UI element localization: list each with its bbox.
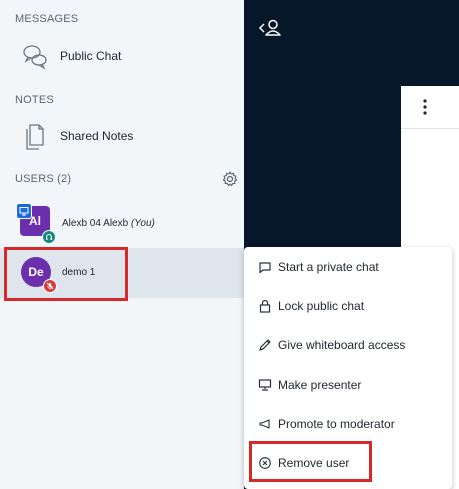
menu-item-label: Lock public chat: [278, 299, 365, 313]
user-context-menu: Start a private chat Lock public chat Gi…: [244, 247, 452, 489]
menu-item-start-private-chat[interactable]: Start a private chat: [244, 251, 452, 283]
notes-document-icon: [22, 121, 48, 151]
remove-circle-icon: [258, 456, 272, 470]
menu-item-give-whiteboard-access[interactable]: Give whiteboard access: [244, 329, 452, 361]
sidebar-item-shared-notes[interactable]: Shared Notes: [0, 117, 244, 157]
gear-icon[interactable]: [221, 170, 239, 188]
menu-item-label: Give whiteboard access: [278, 338, 406, 352]
menu-item-label: Start a private chat: [278, 260, 379, 274]
messages-heading: MESSAGES: [15, 13, 79, 25]
menu-item-label: Make presenter: [278, 378, 362, 392]
user-list-item[interactable]: Al Alexb 04 Alexb (You): [0, 198, 244, 248]
users-heading: USERS (2): [15, 173, 72, 185]
user-list-item-selected[interactable]: De demo 1: [0, 248, 244, 298]
menu-item-label: Remove user: [278, 456, 350, 470]
pencil-icon: [258, 338, 272, 352]
chat-bubbles-icon: [22, 41, 48, 71]
presentation-icon: [258, 378, 272, 392]
user-list-sidebar: MESSAGES Public Chat NOTES Shared Notes …: [0, 0, 245, 489]
menu-item-remove-user[interactable]: Remove user: [244, 447, 452, 479]
user-name: demo 1: [62, 267, 96, 278]
user-name-text: Alexb 04 Alexb: [62, 218, 129, 229]
menu-item-lock-public-chat[interactable]: Lock public chat: [244, 290, 452, 322]
public-chat-label: Public Chat: [60, 49, 122, 63]
menu-item-make-presenter[interactable]: Make presenter: [244, 369, 452, 401]
lock-icon: [258, 299, 272, 313]
sidebar-item-public-chat[interactable]: Public Chat: [0, 37, 244, 77]
user-name: Alexb 04 Alexb (You): [62, 218, 155, 229]
you-label: (You): [130, 218, 155, 229]
toggle-user-list-icon[interactable]: [258, 17, 284, 39]
megaphone-icon: [258, 417, 272, 431]
presenter-icon: [16, 203, 32, 219]
notes-heading: NOTES: [15, 94, 54, 106]
divider: [401, 128, 459, 129]
headset-icon: [42, 230, 56, 244]
shared-notes-label: Shared Notes: [60, 129, 134, 143]
menu-item-label: Promote to moderator: [278, 417, 395, 431]
menu-item-promote-to-moderator[interactable]: Promote to moderator: [244, 408, 452, 440]
more-options-icon[interactable]: [418, 98, 432, 116]
muted-mic-icon: [43, 279, 57, 293]
chat-bubble-icon: [258, 260, 272, 274]
